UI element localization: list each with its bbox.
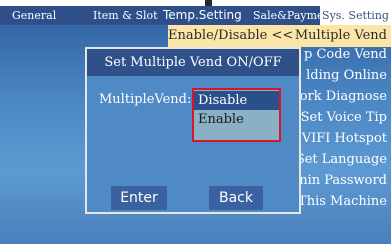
menu-item-multiple-vend: Multiple Vend bbox=[294, 28, 387, 43]
tab-sys-setting[interactable]: Sys. Setting bbox=[320, 6, 391, 25]
tab-temp-setting[interactable]: Temp.Setting bbox=[163, 6, 242, 25]
menu-item-set-voice-tip[interactable]: Set Voice Tip bbox=[301, 110, 387, 125]
menu-item-code-vend[interactable]: p Code Vend bbox=[304, 47, 387, 62]
back-button[interactable]: Back bbox=[209, 186, 263, 210]
menu-item-holding-online[interactable]: lding Online bbox=[306, 68, 387, 83]
menu-item-this-machine[interactable]: This Machine bbox=[298, 194, 387, 209]
menu-item-set-language[interactable]: Set Language bbox=[296, 152, 387, 167]
multiple-vend-label: MultipleVend: bbox=[99, 92, 192, 107]
menu-item-network-diagnose[interactable]: ork Diagnose bbox=[300, 89, 387, 104]
vending-settings-screen: General Item & Slot Temp.Setting Sale&Pa… bbox=[0, 0, 391, 244]
menu-item-wifi-hotspot[interactable]: VIFI Hotspot bbox=[302, 131, 387, 146]
enter-button[interactable]: Enter bbox=[111, 186, 167, 210]
tab-item-slot[interactable]: Item & Slot bbox=[93, 6, 158, 25]
setting-current-value: Enable/Disable << bbox=[168, 28, 294, 43]
option-disable[interactable]: Disable bbox=[194, 91, 279, 110]
multiple-vend-dialog: Set Multiple Vend ON/OFF MultipleVend: D… bbox=[85, 47, 301, 214]
dialog-title: Set Multiple Vend ON/OFF bbox=[87, 49, 299, 76]
selected-setting-row[interactable]: Enable/Disable << Multiple Vend bbox=[168, 25, 391, 47]
menu-item-admin-password[interactable]: nin Password bbox=[299, 173, 387, 188]
tab-general[interactable]: General bbox=[12, 6, 56, 25]
tab-bar: General Item & Slot Temp.Setting Sale&Pa… bbox=[0, 6, 391, 25]
option-enable[interactable]: Enable bbox=[194, 110, 279, 129]
multiple-vend-dropdown[interactable]: Disable Enable bbox=[192, 88, 281, 142]
